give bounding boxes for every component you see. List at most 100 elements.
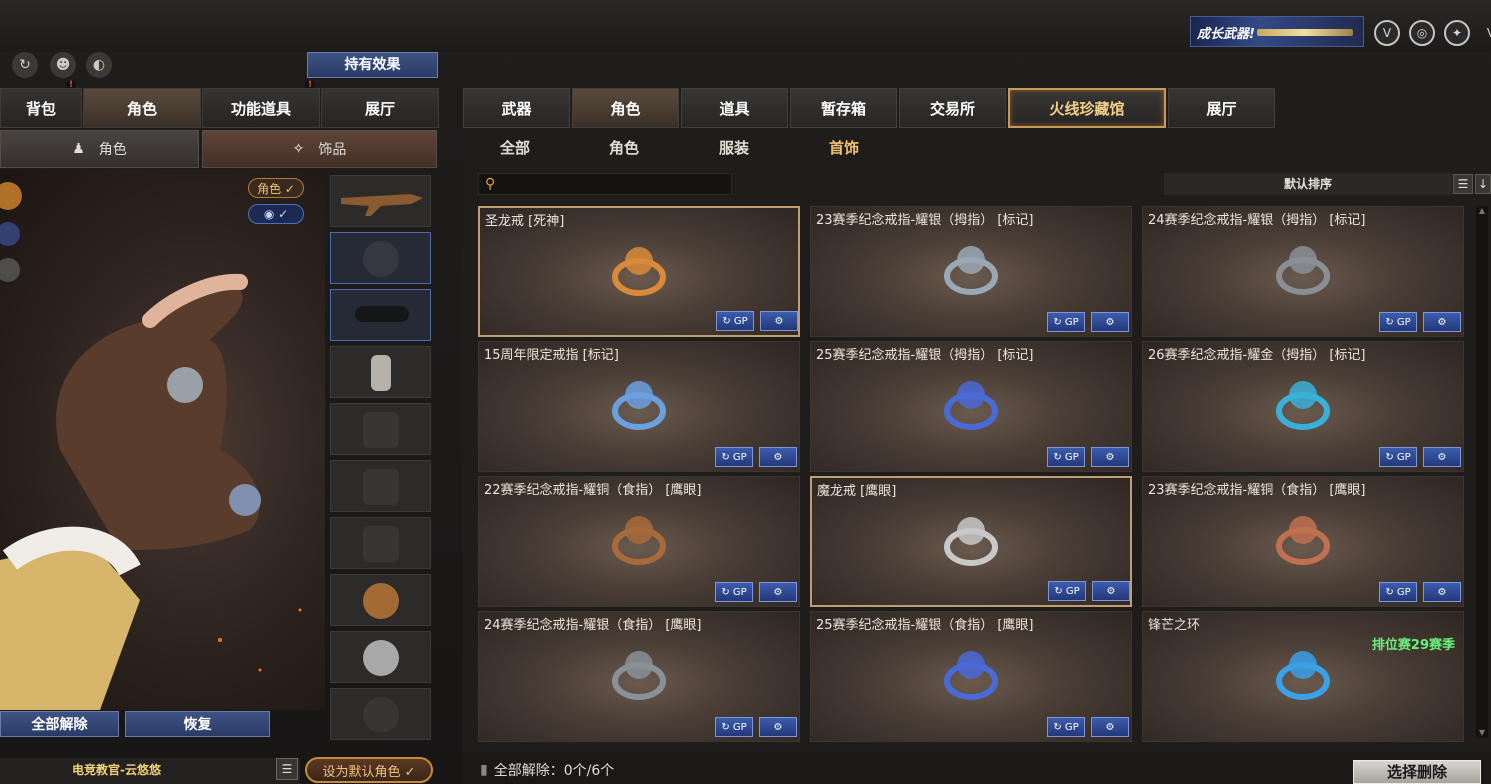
settings-icon[interactable]: ⚙: [759, 717, 797, 737]
gp-exchange-button[interactable]: ↻ GP: [715, 582, 753, 602]
item-card[interactable]: 25赛季纪念戒指-耀银（食指） [鹰眼] ↻ GP ⚙: [810, 611, 1132, 742]
item-title: 圣龙戒 [死神]: [485, 214, 565, 229]
gp-exchange-button[interactable]: ↻ GP: [715, 447, 753, 467]
tab-character[interactable]: 角色: [83, 88, 201, 128]
unequip-all-button[interactable]: 全部解除: [0, 711, 119, 737]
gp-exchange-button[interactable]: ↻ GP: [1379, 582, 1417, 602]
tab-characters[interactable]: 角色: [572, 88, 679, 128]
character-icon[interactable]: ☻: [50, 52, 76, 78]
gp-exchange-button[interactable]: ↻ GP: [1047, 312, 1085, 332]
ring-icon: [612, 651, 666, 700]
slot-weapon[interactable]: [330, 175, 431, 227]
refresh-icon[interactable]: ↻: [12, 52, 38, 78]
set-default-character-button[interactable]: 设为默认角色 ✓: [305, 757, 433, 783]
scroll-down-icon[interactable]: ▼: [1476, 728, 1488, 738]
app-window: 成长武器! V ◎ ✦ V ↻ ☻ ◐ ! ! 持有效果 背包 角色 功能道具 …: [0, 0, 1491, 784]
item-card[interactable]: 24赛季纪念戒指-耀银（拇指） [标记] ↻ GP ⚙: [1142, 206, 1464, 337]
tab-weapons[interactable]: 武器: [463, 88, 570, 128]
v-icon[interactable]: V: [1478, 20, 1491, 46]
slot-ring-1[interactable]: [330, 574, 431, 626]
list-view-icon[interactable]: ☰: [1453, 174, 1473, 194]
ring-icon: [944, 651, 998, 700]
slot-pants[interactable]: [330, 517, 431, 569]
ring-icon: [1276, 246, 1330, 295]
select-delete-button[interactable]: 选择删除: [1353, 760, 1481, 784]
item-card[interactable]: 圣龙戒 [死神] ↻ GP ⚙: [478, 206, 800, 337]
vest-icon: [363, 412, 399, 448]
bookmark-icon: ▮: [480, 762, 488, 778]
subtab-jewelry[interactable]: 首饰: [792, 134, 896, 160]
settings-icon[interactable]: ⚙: [1423, 447, 1461, 467]
item-card[interactable]: 25赛季纪念戒指-耀银（拇指） [标记] ↻ GP ⚙: [810, 341, 1132, 472]
tab-function-items[interactable]: 功能道具: [202, 88, 320, 128]
bag-icon[interactable]: ◐: [86, 52, 112, 78]
rifle-icon: [341, 194, 423, 216]
settings-icon[interactable]: ⚙: [760, 311, 798, 331]
sort-direction-icon[interactable]: ↓: [1475, 174, 1491, 194]
v-badge-icon[interactable]: V: [1374, 20, 1400, 46]
gp-exchange-button[interactable]: ↻ GP: [716, 311, 754, 331]
gp-exchange-button[interactable]: ↻ GP: [1379, 447, 1417, 467]
sort-select[interactable]: 默认排序: [1164, 173, 1452, 195]
item-card[interactable]: 26赛季纪念戒指-耀金（拇指） [标记] ↻ GP ⚙: [1142, 341, 1464, 472]
slot-vest[interactable]: [330, 403, 431, 455]
item-card[interactable]: 15周年限定戒指 [标记] ↻ GP ⚙: [478, 341, 800, 472]
item-title: 15周年限定戒指 [标记]: [484, 348, 619, 363]
tab-storage[interactable]: 暂存箱: [790, 88, 897, 128]
settings-icon[interactable]: ⚙: [759, 447, 797, 467]
tab-showroom[interactable]: 展厅: [321, 88, 439, 128]
slot-glasses[interactable]: [330, 289, 431, 341]
gp-exchange-button[interactable]: ↻ GP: [715, 717, 753, 737]
gp-exchange-button[interactable]: ↻ GP: [1047, 447, 1085, 467]
tab-exchange[interactable]: 交易所: [899, 88, 1006, 128]
gp-exchange-button[interactable]: ↻ GP: [1047, 717, 1085, 737]
slot-ring-3[interactable]: [330, 688, 431, 740]
tab-collection-museum[interactable]: 火线珍藏馆: [1008, 88, 1166, 128]
ring-icon: [1276, 516, 1330, 565]
visibility-toggle[interactable]: ◉ ✓: [248, 204, 304, 224]
slot-radio[interactable]: [330, 346, 431, 398]
gp-exchange-button[interactable]: ↻ GP: [1048, 581, 1086, 601]
item-card[interactable]: 22赛季纪念戒指-耀铜（食指） [鹰眼] ↻ GP ⚙: [478, 476, 800, 607]
subtab-all[interactable]: 全部: [463, 134, 567, 160]
slot-ring-2[interactable]: [330, 631, 431, 683]
growth-weapon-banner[interactable]: 成长武器!: [1190, 16, 1364, 47]
dragon-ring-icon: [363, 583, 399, 619]
item-card[interactable]: 魔龙戒 [鹰眼] ↻ GP ⚙: [810, 476, 1132, 607]
subtab-character[interactable]: ♟ 角色: [0, 130, 199, 168]
search-icon: ⚲: [485, 176, 496, 192]
restore-button[interactable]: 恢复: [125, 711, 270, 737]
target-icon[interactable]: ◎: [1409, 20, 1435, 46]
crosshair-icon[interactable]: ✦: [1444, 20, 1470, 46]
scroll-up-icon[interactable]: ▲: [1476, 206, 1488, 216]
item-card[interactable]: 23赛季纪念戒指-耀铜（食指） [鹰眼] ↻ GP ⚙: [1142, 476, 1464, 607]
gp-exchange-button[interactable]: ↻ GP: [1379, 312, 1417, 332]
character-preview[interactable]: 角色 ✓ ◉ ✓: [0, 170, 325, 710]
dragon-ring-icon: [363, 640, 399, 676]
player-name: 电竞教官-云悠悠: [0, 758, 300, 784]
item-card[interactable]: 24赛季纪念戒指-耀银（食指） [鹰眼] ↻ GP ⚙: [478, 611, 800, 742]
menu-icon[interactable]: ☰: [276, 758, 298, 780]
settings-icon[interactable]: ⚙: [759, 582, 797, 602]
settings-icon[interactable]: ⚙: [1423, 582, 1461, 602]
ring-icon: [944, 517, 998, 566]
tab-backpack[interactable]: 背包: [0, 88, 82, 128]
settings-icon[interactable]: ⚙: [1091, 447, 1129, 467]
subtab-characters[interactable]: 角色: [572, 134, 676, 160]
settings-icon[interactable]: ⚙: [1092, 581, 1130, 601]
slot-body[interactable]: [330, 460, 431, 512]
settings-icon[interactable]: ⚙: [1091, 717, 1129, 737]
tab-items[interactable]: 道具: [681, 88, 788, 128]
subtab-accessories[interactable]: ✧ 饰品: [202, 130, 437, 168]
hold-effect-button[interactable]: 持有效果: [307, 52, 438, 78]
slot-helmet[interactable]: [330, 232, 431, 284]
subtab-clothing[interactable]: 服装: [682, 134, 786, 160]
role-toggle[interactable]: 角色 ✓: [248, 178, 304, 198]
tab-showroom[interactable]: 展厅: [1168, 88, 1275, 128]
settings-icon[interactable]: ⚙: [1091, 312, 1129, 332]
search-input[interactable]: ⚲: [478, 173, 732, 195]
settings-icon[interactable]: ⚙: [1423, 312, 1461, 332]
scrollbar[interactable]: ▲ ▼: [1476, 206, 1488, 738]
item-card[interactable]: 23赛季纪念戒指-耀银（拇指） [标记] ↻ GP ⚙: [810, 206, 1132, 337]
item-card[interactable]: 锋芒之环 排位赛29赛季: [1142, 611, 1464, 742]
